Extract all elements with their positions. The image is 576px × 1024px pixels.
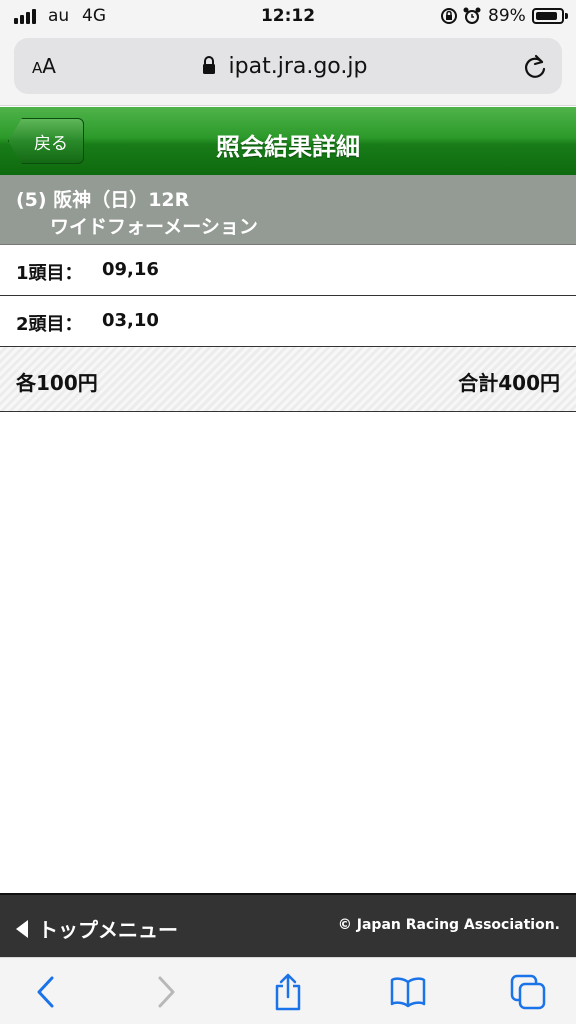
left-triangle-icon	[16, 919, 28, 938]
top-menu-label: トップメニュー	[38, 918, 178, 942]
browser-toolbar	[0, 957, 576, 1024]
selection-row: 1頭目： 09,16	[0, 245, 576, 296]
bet-type: ワイドフォーメーション	[50, 216, 258, 238]
page-title: 照会結果詳細	[216, 133, 360, 161]
bet-summary: 各100円 合計400円	[0, 347, 576, 412]
selection-value: 03,10	[102, 310, 159, 331]
rotation-lock-icon	[440, 7, 458, 29]
url-text[interactable]: ipat.jra.go.jp	[14, 54, 562, 79]
battery-icon	[532, 8, 564, 24]
selection-row: 2頭目： 03,10	[0, 296, 576, 347]
back-icon[interactable]	[26, 972, 66, 1012]
amount-each: 各100円	[16, 371, 98, 395]
share-icon[interactable]	[268, 972, 308, 1012]
race-info: (5) 阪神（日）12R ワイドフォーメーション	[0, 175, 576, 245]
page-footer: トップメニュー © Japan Racing Association.	[0, 893, 576, 957]
selection-label: 2頭目：	[16, 314, 83, 335]
selection-value: 09,16	[102, 259, 159, 280]
battery-percent: 89%	[488, 6, 526, 26]
page-header: 戻る 照会結果詳細	[0, 107, 576, 175]
amount-total: 合計400円	[458, 371, 560, 395]
reload-icon[interactable]	[522, 52, 548, 84]
selection-label: 1頭目：	[16, 263, 83, 284]
alarm-icon	[462, 6, 482, 30]
bookmarks-icon[interactable]	[388, 972, 428, 1012]
copyright: © Japan Racing Association.	[337, 917, 560, 933]
address-bar[interactable]: AA ipat.jra.go.jp	[14, 38, 562, 94]
forward-icon[interactable]	[146, 972, 186, 1012]
race-name: (5) 阪神（日）12R	[16, 189, 190, 211]
top-menu-link[interactable]: トップメニュー	[16, 914, 178, 943]
battery-cap	[565, 13, 568, 19]
status-bar: au 4G 12:12 89%	[0, 0, 576, 36]
tabs-icon[interactable]	[508, 972, 548, 1012]
address-bar-area: AA ipat.jra.go.jp	[0, 36, 576, 106]
